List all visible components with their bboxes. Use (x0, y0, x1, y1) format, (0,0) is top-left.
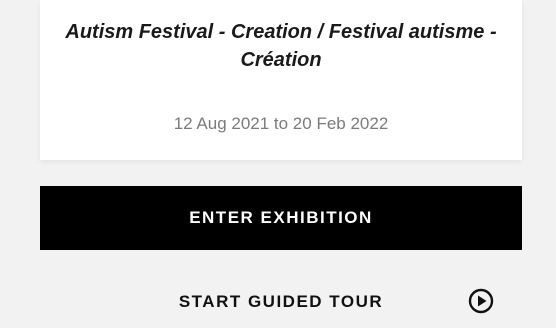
enter-exhibition-button[interactable]: ENTER EXHIBITION (40, 186, 522, 250)
start-guided-tour-button[interactable]: START GUIDED TOUR (40, 272, 522, 328)
exhibition-title: Autism Festival - Creation / Festival au… (65, 21, 497, 71)
play-circle-icon (468, 288, 494, 314)
exhibition-dates: 12 Aug 2021 to 20 Feb 2022 (173, 114, 389, 133)
enter-exhibition-label: ENTER EXHIBITION (189, 208, 373, 227)
exhibition-card: Autism Festival - Creation / Festival au… (40, 0, 522, 160)
start-guided-tour-label: START GUIDED TOUR (178, 292, 384, 311)
